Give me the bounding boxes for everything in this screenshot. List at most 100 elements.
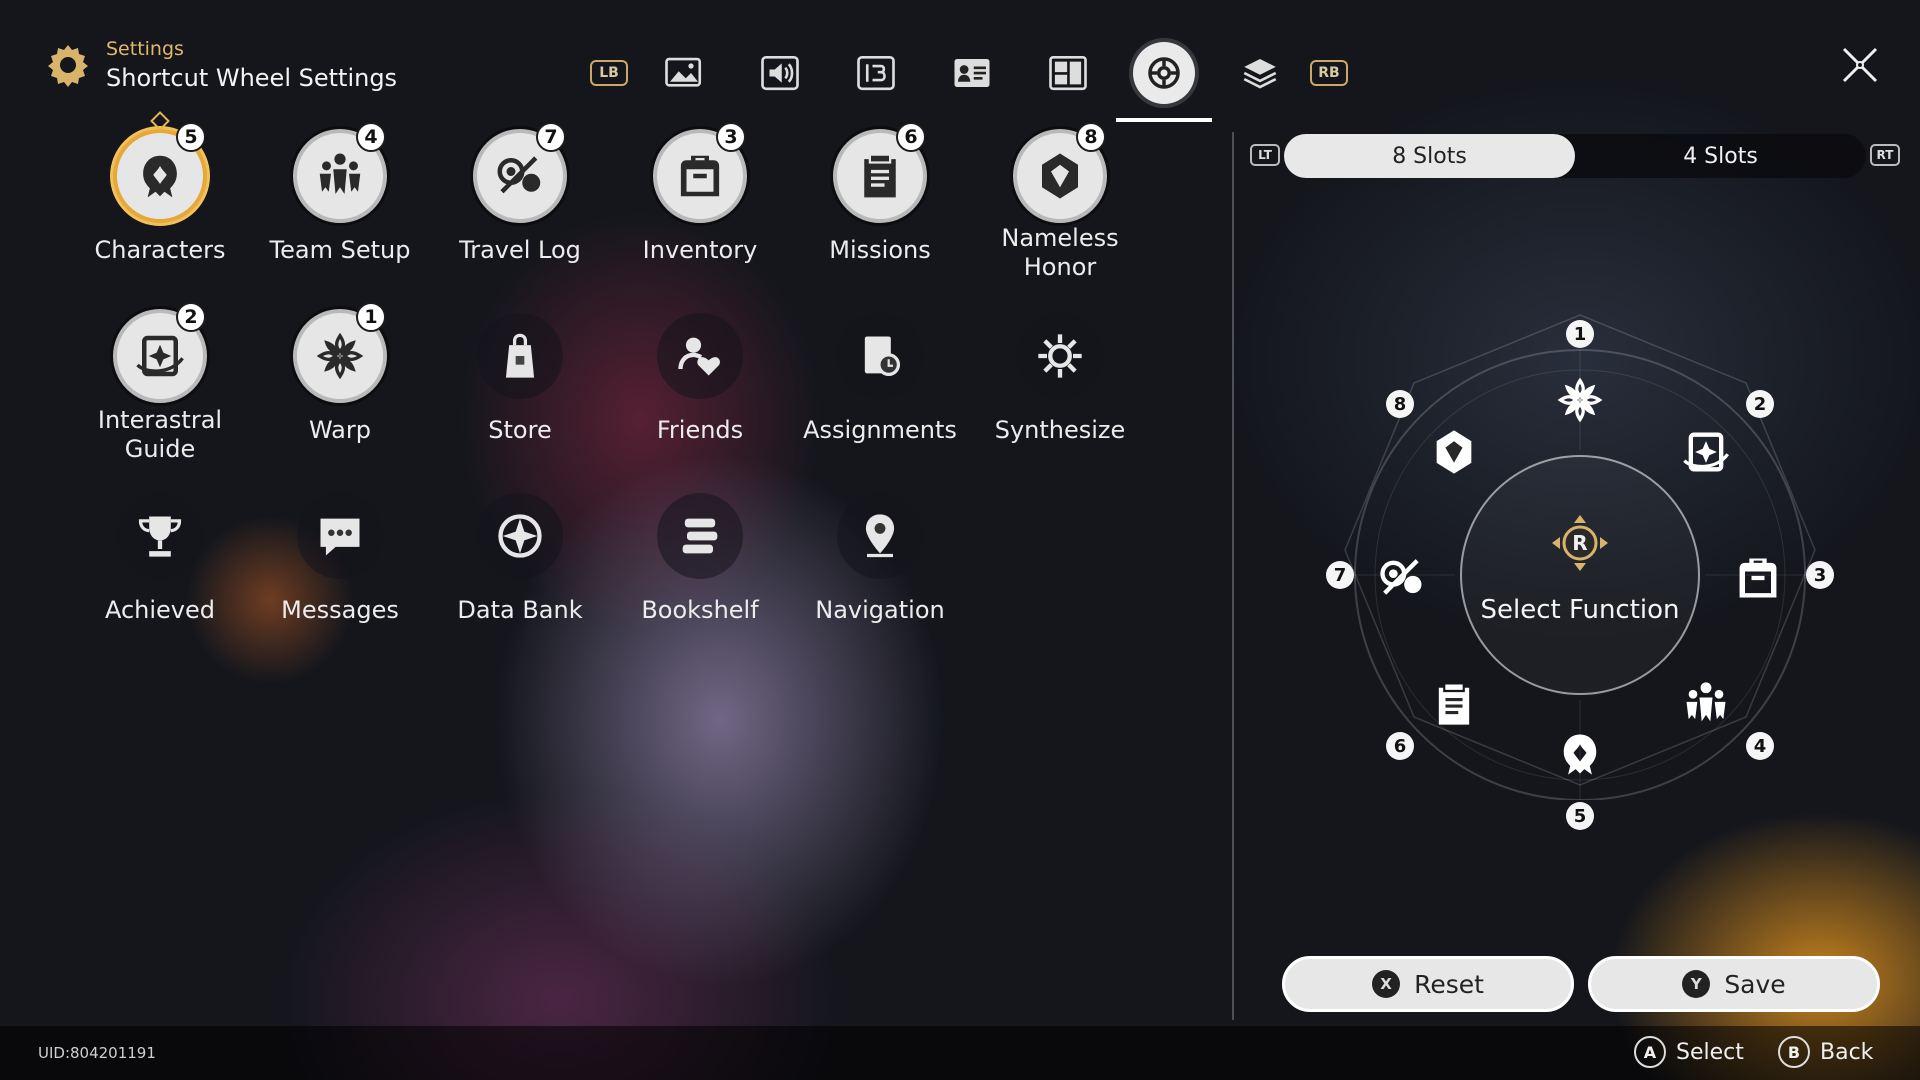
function-characters[interactable]: 5 Characters: [70, 111, 250, 265]
function-warp[interactable]: 1 Warp: [250, 302, 430, 445]
books-icon: [674, 510, 726, 562]
function-label: Navigation: [815, 596, 945, 624]
wheel-slot-1[interactable]: [1550, 370, 1610, 430]
tab-audio[interactable]: [732, 47, 828, 99]
function-team-setup[interactable]: 4 Team Setup: [250, 122, 430, 265]
wheel-slot-number: 6: [1386, 732, 1414, 760]
shortcut-wheel: R Select Function 1 2 3 4 5 6 7 8: [1326, 300, 1834, 830]
function-label: Bookshelf: [641, 596, 759, 624]
b-button-icon: B: [1778, 1036, 1810, 1068]
hint-select[interactable]: A Select: [1634, 1036, 1744, 1068]
wheel-slot-4[interactable]: [1676, 674, 1736, 734]
guide-icon: [1680, 426, 1732, 478]
function-messages[interactable]: Messages: [250, 488, 430, 625]
function-friends[interactable]: Friends: [610, 308, 790, 445]
function-bookshelf[interactable]: Bookshelf: [610, 488, 790, 625]
page-title: Shortcut Wheel Settings: [106, 64, 398, 92]
function-travel-log[interactable]: 7 Travel Log: [430, 122, 610, 265]
tab-shortcut-wheel[interactable]: [1116, 38, 1212, 122]
a-button-icon: A: [1634, 1036, 1666, 1068]
function-navigation[interactable]: Navigation: [790, 488, 970, 625]
function-label: Missions: [829, 236, 931, 264]
selected-marker: [150, 111, 170, 131]
function-label: Achieved: [104, 596, 216, 624]
wheel-slot-3[interactable]: [1728, 548, 1788, 608]
option-4-slots[interactable]: 4 Slots: [1575, 134, 1866, 178]
honor-icon: [1428, 426, 1480, 478]
team-icon: [313, 149, 367, 203]
wheel-slot-number: 2: [1746, 390, 1774, 418]
wheel-slot-8[interactable]: [1424, 422, 1484, 482]
r-button-label: R: [1572, 531, 1587, 555]
save-button[interactable]: Y Save: [1588, 956, 1880, 1012]
function-interastral-guide[interactable]: 2 Interastral Guide: [70, 302, 250, 464]
wheel-slot-5[interactable]: [1550, 724, 1610, 784]
backpack-icon: [1732, 552, 1784, 604]
function-achieved[interactable]: Achieved: [70, 488, 250, 625]
function-nameless-honor[interactable]: 8 Nameless Honor: [970, 122, 1150, 282]
honor-icon: [1033, 149, 1087, 203]
select-function-center[interactable]: R Select Function: [1460, 455, 1700, 695]
wheel-slot-number: 5: [1566, 802, 1594, 830]
slot-badge: 4: [356, 122, 386, 152]
tab-display[interactable]: [636, 47, 732, 99]
layout-icon: [1049, 55, 1087, 91]
function-label: Travel Log: [459, 236, 581, 264]
function-label: Warp: [308, 416, 371, 444]
assignments-icon: [854, 330, 906, 382]
tab-layout[interactable]: [1020, 47, 1116, 99]
function-data-bank[interactable]: Data Bank: [430, 488, 610, 625]
wheel-slot-number: 1: [1566, 320, 1594, 348]
y-button-icon: Y: [1682, 970, 1711, 998]
function-label: Messages: [281, 596, 399, 624]
slot-badge: 6: [896, 122, 926, 152]
slot-badge: 1: [356, 302, 386, 332]
function-label: Data Bank: [457, 596, 583, 624]
save-label: Save: [1724, 969, 1786, 999]
hint-back[interactable]: B Back: [1778, 1036, 1873, 1068]
function-store[interactable]: Store: [430, 308, 610, 445]
warp-icon: [313, 329, 367, 383]
shopping-bag-icon: [494, 330, 546, 382]
map-pin-icon: [854, 510, 906, 562]
wheel-slot-7[interactable]: [1372, 548, 1432, 608]
function-label: Synthesize: [994, 416, 1126, 444]
option-8-slots[interactable]: 8 Slots: [1284, 134, 1575, 178]
function-inventory[interactable]: 3 Inventory: [610, 122, 790, 265]
reset-button[interactable]: X Reset: [1282, 956, 1574, 1012]
wheel-slot-6[interactable]: [1424, 674, 1484, 734]
wheel-slot-2[interactable]: [1676, 422, 1736, 482]
slot-badge: 5: [176, 122, 206, 152]
function-label: Team Setup: [269, 236, 411, 264]
rb-hint[interactable]: RB: [1310, 60, 1348, 86]
function-label: Store: [488, 416, 552, 444]
rt-hint[interactable]: RT: [1870, 144, 1900, 166]
synthesize-icon: [1034, 330, 1086, 382]
user-id: UID:804201191: [38, 1044, 156, 1062]
lb-hint[interactable]: LB: [590, 60, 628, 86]
tab-account[interactable]: [924, 47, 1020, 99]
hint-label: Select: [1676, 1039, 1744, 1065]
lt-hint[interactable]: LT: [1250, 144, 1280, 166]
layers-icon: [1243, 59, 1277, 89]
tab-language[interactable]: [828, 47, 924, 99]
function-assignments[interactable]: Assignments: [790, 308, 970, 445]
slot-badge: 7: [536, 122, 566, 152]
reset-label: Reset: [1414, 969, 1484, 999]
character-icon: [1554, 728, 1606, 780]
travel-log-icon: [493, 149, 547, 203]
tab-other[interactable]: [1212, 47, 1308, 99]
function-synthesize[interactable]: Synthesize: [970, 308, 1150, 445]
slot-count-toggle: LT 8 Slots 4 Slots RT: [1250, 134, 1900, 178]
function-label: Friends: [656, 416, 744, 444]
x-button-icon: X: [1372, 970, 1401, 998]
team-icon: [1680, 678, 1732, 730]
function-label: Interastral Guide: [97, 406, 223, 463]
top-bar: Settings Shortcut Wheel Settings LB RB: [0, 0, 1920, 122]
wheel-slot-number: 7: [1326, 561, 1354, 589]
function-missions[interactable]: 6 Missions: [790, 122, 970, 265]
page-header: Settings Shortcut Wheel Settings: [44, 38, 397, 92]
panel-divider: [1232, 132, 1234, 1020]
clipboard-icon: [1428, 678, 1480, 730]
close-icon[interactable]: [1840, 45, 1880, 85]
